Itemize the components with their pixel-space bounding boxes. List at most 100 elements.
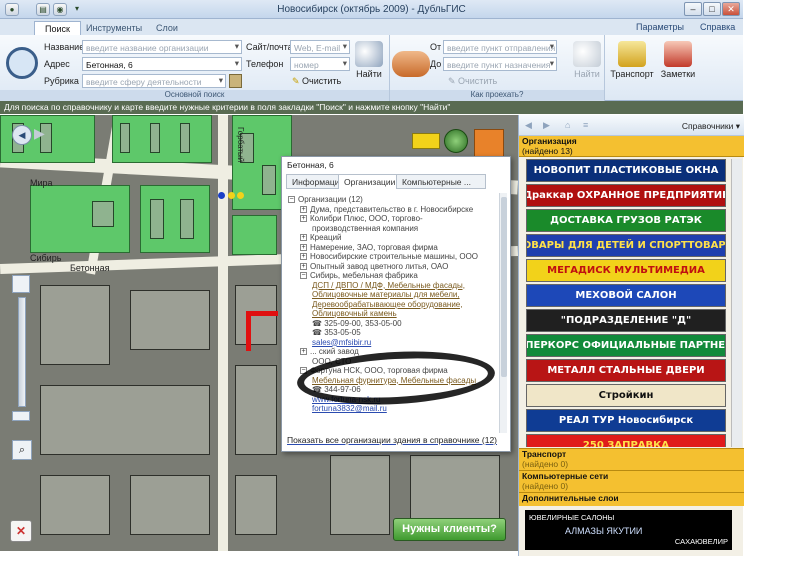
- org-tree-row[interactable]: + Дума, представительство в г. Новосибирс…: [288, 205, 503, 215]
- back-icon[interactable]: ◀: [525, 120, 532, 131]
- magnifier-icon[interactable]: ⌕: [12, 440, 32, 460]
- clear-route-button[interactable]: ✎ Очистить: [448, 76, 497, 87]
- need-clients-button[interactable]: Нужны клиенты?: [393, 518, 506, 541]
- notes-icon: [664, 41, 692, 67]
- rubric-input[interactable]: введите сферу деятельности: [82, 74, 226, 88]
- popup-tab-networks[interactable]: Компьютерные ...: [396, 174, 486, 189]
- ad-banner[interactable]: МЕХОВОЙ САЛОН: [526, 284, 726, 307]
- address-label: Адрес: [44, 59, 70, 69]
- org-tree-row[interactable]: − Организации (12): [288, 195, 503, 205]
- back-arrow-icon[interactable]: ◀: [12, 125, 32, 145]
- jewelry-ad[interactable]: ЮВЕЛИРНЫЕ САЛОНЫ АЛМАЗЫ ЯКУТИИ САХАЮВЕЛИ…: [525, 510, 732, 550]
- org-tree-row[interactable]: + Колибри Плюс, ООО, торгово-: [288, 214, 503, 224]
- home-icon[interactable]: ⌂: [565, 120, 570, 130]
- expand-icon[interactable]: +: [300, 205, 307, 213]
- street-road: [218, 115, 228, 551]
- transport-button[interactable]: Транспорт: [610, 41, 654, 79]
- title-bar: ● ▤ ◉ ▾ Новосибирск (октябрь 2009) - Дуб…: [0, 0, 743, 19]
- expand-icon[interactable]: +: [300, 262, 307, 270]
- org-tree-row[interactable]: ДСП / ДВПО / МДФ, Мебельные фасады,: [288, 281, 503, 291]
- zoom-out-button[interactable]: [12, 411, 30, 421]
- zoom-track[interactable]: [18, 297, 26, 407]
- minimize-button[interactable]: –: [684, 2, 702, 16]
- route-find-button[interactable]: Найти: [572, 41, 602, 79]
- org-tree-row[interactable]: + Опытный завод цветного литья, ОАО: [288, 262, 503, 272]
- ad-banner[interactable]: Драккар ОХРАННОЕ ПРЕДПРИЯТИЕ: [526, 184, 726, 207]
- expand-icon[interactable]: +: [300, 215, 307, 223]
- forward-arrow-icon[interactable]: ▶: [34, 125, 50, 145]
- directories-dropdown[interactable]: Справочники ▾: [682, 121, 740, 132]
- section-extra-layers[interactable]: Дополнительные слои: [519, 492, 744, 506]
- list-icon[interactable]: ≡: [583, 120, 588, 130]
- zoom-slider[interactable]: [12, 275, 32, 425]
- fullscreen-icon[interactable]: ✕: [10, 520, 32, 542]
- poi-marker[interactable]: [228, 192, 235, 199]
- ad-banner[interactable]: 250 ЗАПРАВКА: [526, 434, 726, 447]
- poi-marker[interactable]: [237, 192, 244, 199]
- maximize-button[interactable]: □: [703, 2, 721, 16]
- cube-3d-icon[interactable]: [474, 129, 504, 157]
- clear-search-button[interactable]: ✎ Очистить: [292, 76, 341, 87]
- show-all-orgs-link[interactable]: Показать все организации здания в справо…: [287, 435, 497, 445]
- section-networks[interactable]: Компьютерные сети (найдено 0): [519, 470, 744, 492]
- section-transport[interactable]: Транспорт (найдено 0): [519, 448, 744, 470]
- ad-banner[interactable]: НОВОПИТ ПЛАСТИКОВЫЕ ОКНА: [526, 159, 726, 182]
- expand-icon[interactable]: +: [300, 243, 307, 251]
- tab-search[interactable]: Поиск: [34, 21, 81, 35]
- forward-icon[interactable]: ▶: [543, 120, 550, 131]
- phone-input[interactable]: номер: [290, 57, 350, 71]
- org-tree-row[interactable]: Деревообрабатывающее оборудование,: [288, 300, 503, 310]
- building: [330, 455, 390, 535]
- site-input[interactable]: Web, E-mail: [290, 40, 350, 54]
- org-tree-row[interactable]: + Креаций: [288, 233, 503, 243]
- tab-tools[interactable]: Инструменты: [76, 21, 152, 35]
- org-section-header[interactable]: Организация (найдено 13): [519, 136, 744, 157]
- street-label: Бетонная: [70, 263, 110, 273]
- tab-layers[interactable]: Слои: [146, 21, 188, 35]
- collapse-icon[interactable]: −: [288, 196, 295, 204]
- zoom-in-button[interactable]: [12, 275, 30, 293]
- popup-scroll-thumb[interactable]: [501, 197, 507, 377]
- ad-banner[interactable]: "ПОДРАЗДЕЛЕНИЕ "Д": [526, 309, 726, 332]
- ad-banner[interactable]: ДОСТАВКА ГРУЗОВ РАТЭК: [526, 209, 726, 232]
- to-label: До: [430, 59, 442, 69]
- expand-icon[interactable]: +: [300, 234, 307, 242]
- address-input[interactable]: Бетонная, 6: [82, 57, 242, 71]
- rubric-book-icon[interactable]: [229, 74, 242, 88]
- find-button[interactable]: Найти: [354, 41, 384, 79]
- building: [40, 285, 110, 365]
- org-tree-row[interactable]: + Намерение, ЗАО, торговая фирма: [288, 243, 503, 253]
- ad-banner[interactable]: Стройкин: [526, 384, 726, 407]
- ad-banner[interactable]: КАПЕРКОРС ОФИЦИАЛЬНЫЕ ПАРТНЕРЫ: [526, 334, 726, 357]
- from-input[interactable]: введите пункт отправления: [443, 40, 557, 54]
- popup-scrollbar[interactable]: [499, 193, 507, 433]
- compass-icon[interactable]: [444, 129, 468, 153]
- ruler-icon[interactable]: [412, 133, 440, 149]
- to-input[interactable]: введите пункт назначения: [443, 57, 557, 71]
- collapse-icon[interactable]: −: [300, 272, 307, 280]
- ad-banner[interactable]: ТОВАРЫ ДЛЯ ДЕТЕЙ И СПОРТТОВАРЫ: [526, 234, 726, 257]
- poi-marker[interactable]: [218, 192, 225, 199]
- params-link[interactable]: Параметры: [636, 22, 684, 32]
- name-input[interactable]: введите название организации: [82, 40, 242, 54]
- expand-icon[interactable]: +: [300, 348, 307, 356]
- org-tree-row[interactable]: fortuna3832@mail.ru: [288, 404, 503, 414]
- ad-banner[interactable]: РЕАЛ ТУР Новосибирск: [526, 409, 726, 432]
- help-link[interactable]: Справка: [700, 22, 735, 32]
- close-button[interactable]: ✕: [722, 2, 740, 16]
- org-tree-row[interactable]: Облицовочный камень: [288, 309, 503, 319]
- selected-building-marker[interactable]: [246, 311, 278, 351]
- window-title: Новосибирск (октябрь 2009) - ДубльГИС: [277, 4, 466, 15]
- building: [130, 475, 210, 535]
- org-tree-row[interactable]: + Новосибирские строительные машины, ООО: [288, 252, 503, 262]
- ad-banner[interactable]: МЕТАЛЛ СТАЛЬНЫЕ ДВЕРИ: [526, 359, 726, 382]
- org-tree-row[interactable]: − Сибирь, мебельная фабрика: [288, 271, 503, 281]
- notes-button[interactable]: Заметки: [656, 41, 700, 79]
- banner-scrollbar[interactable]: [731, 159, 742, 447]
- org-tree-row[interactable]: Облицовочные материалы для мебели,: [288, 290, 503, 300]
- info-bar: Для поиска по справочнику и карте введит…: [0, 101, 743, 114]
- popup-tab-orgs[interactable]: Организации: [338, 174, 402, 189]
- ad-banner[interactable]: МЕГАДИСК МУЛЬТИМЕДИА: [526, 259, 726, 282]
- expand-icon[interactable]: +: [300, 253, 307, 261]
- org-tree-row[interactable]: sales@mfsibir.ru: [288, 338, 503, 348]
